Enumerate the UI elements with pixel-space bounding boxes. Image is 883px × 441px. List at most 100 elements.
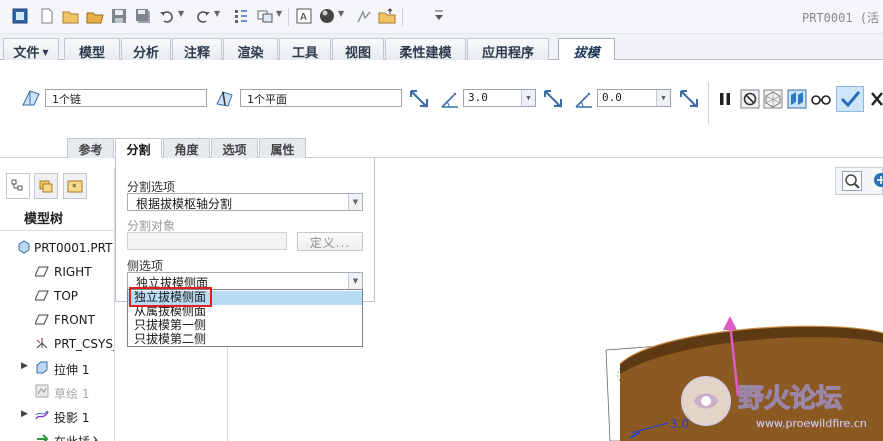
model-tree-tab-icon[interactable] — [6, 173, 30, 199]
tab-file[interactable]: 文件 ▼ — [3, 38, 59, 61]
redo-icon[interactable] — [194, 7, 212, 25]
tree-item-top[interactable]: TOP — [0, 286, 114, 308]
datum-plane-icon — [34, 264, 50, 280]
dropdown-option[interactable]: 从属拔模侧面 — [128, 305, 362, 319]
tab-render[interactable]: 渲染 — [223, 38, 278, 61]
smart-select-icon[interactable] — [355, 7, 373, 25]
tree-item-insert-here[interactable]: 在此插入 — [0, 430, 114, 441]
draft-hinge-collector[interactable]: 1个平面 — [240, 89, 402, 107]
tab-tools[interactable]: 工具 — [279, 38, 331, 61]
angle-1-dropdown-icon[interactable]: ▼ — [521, 90, 535, 106]
split-object-collector — [127, 232, 287, 250]
chevron-down-icon[interactable]: ▼ — [348, 194, 362, 210]
file-menu-chevron-icon: ▼ — [42, 48, 49, 57]
tree-item-label: PRT0001.PRT — [34, 241, 113, 255]
no-preview-icon[interactable] — [739, 88, 761, 110]
open-folder-icon[interactable] — [86, 7, 104, 25]
ribbon-tab-bar: 文件 ▼ 模型 分析 注释 渲染 工具 视图 柔性建模 应用程序 拔模 — [0, 34, 883, 61]
expand-arrow-icon[interactable]: ▶ — [21, 361, 28, 371]
pause-icon[interactable] — [714, 88, 736, 110]
favorites-tab-icon[interactable]: * — [63, 173, 87, 199]
save-icon[interactable] — [110, 7, 128, 25]
tab-draft[interactable]: 拔模 — [558, 38, 615, 61]
appearance-dropdown-icon[interactable]: ▼ — [338, 9, 344, 18]
draft-angle-icon — [439, 88, 461, 110]
draft-angle-2-input[interactable]: 0.0 ▼ — [597, 89, 671, 107]
cancel-icon[interactable] — [870, 89, 883, 111]
part-icon — [16, 240, 32, 256]
datum-plane-icon — [34, 312, 50, 328]
confirm-button[interactable] — [836, 86, 864, 112]
app-menu-icon[interactable] — [11, 7, 29, 25]
tree-divider — [0, 230, 114, 231]
text-style-icon[interactable]: A — [295, 7, 313, 25]
quick-access-toolbar: ▼ ▼ ▼ A ▼ PRT0001 (活 — [0, 0, 883, 34]
forum-watermark: 野火论坛 www.proewildfire.cn — [672, 373, 883, 441]
define-button[interactable]: 定义... — [297, 232, 363, 251]
tree-item-sketch[interactable]: 草绘 1 — [0, 382, 114, 404]
open-file-icon[interactable] — [62, 7, 80, 25]
flip-angle-2-icon[interactable] — [678, 87, 700, 109]
tree-item-csys[interactable]: PRT_CSYS_DEF — [0, 334, 114, 356]
window-title: PRT0001 (活 — [801, 11, 879, 25]
subtab-properties[interactable]: 属性 — [259, 138, 306, 158]
redo-dropdown-icon[interactable]: ▼ — [214, 9, 220, 18]
tab-model[interactable]: 模型 — [64, 38, 120, 61]
dropdown-option[interactable]: 只拔模第一侧 — [128, 319, 362, 333]
draft-angle-2-icon — [573, 88, 595, 110]
tree-item-label: 投影 1 — [54, 411, 90, 425]
zoom-fit-icon[interactable] — [842, 171, 862, 191]
ribbon-separator — [708, 82, 709, 124]
verify-mode-icon[interactable] — [786, 88, 808, 110]
csys-icon — [34, 336, 50, 352]
tab-analysis[interactable]: 分析 — [121, 38, 171, 61]
draft-surface-icon — [20, 87, 42, 109]
angle-2-dropdown-icon[interactable]: ▼ — [656, 90, 670, 106]
windows-icon[interactable] — [256, 7, 274, 25]
subtab-angles[interactable]: 角度 — [163, 138, 210, 158]
subtab-references[interactable]: 参考 — [67, 138, 114, 158]
tab-applications[interactable]: 应用程序 — [467, 38, 549, 61]
tree-item-extrude[interactable]: ▶ 拉伸 1 — [0, 358, 114, 380]
split-options-select[interactable]: 根据拔模枢轴分割 ▼ — [127, 193, 363, 211]
folder-browser-tab-icon[interactable] — [34, 173, 58, 199]
toolbar-separator — [402, 8, 403, 26]
undo-dropdown-icon[interactable]: ▼ — [178, 9, 184, 18]
flip-pull-direction-icon[interactable] — [408, 87, 430, 109]
tab-annotate[interactable]: 注释 — [172, 38, 222, 61]
expand-arrow-icon[interactable]: ▶ — [21, 409, 28, 419]
customize-toolbar-icon[interactable] — [432, 7, 446, 25]
undo-icon[interactable] — [158, 7, 176, 25]
tree-item-front[interactable]: FRONT — [0, 310, 114, 332]
draft-angle-1-input[interactable]: 3.0 ▼ — [463, 89, 536, 107]
view-toolbar — [835, 167, 883, 195]
toolbar-separator — [288, 8, 289, 26]
flip-angle-1-icon[interactable] — [542, 87, 564, 109]
chevron-down-icon[interactable]: ▼ — [348, 273, 362, 289]
preview-mesh-icon[interactable] — [762, 88, 784, 110]
appearance-sphere-icon[interactable] — [318, 7, 336, 25]
save-copy-icon[interactable] — [134, 7, 152, 25]
tree-item-right[interactable]: RIGHT — [0, 262, 114, 284]
checkmark-icon — [840, 91, 861, 108]
tree-item-root[interactable]: PRT0001.PRT — [0, 238, 114, 260]
draft-hinge-icon — [215, 87, 237, 109]
zoom-in-icon[interactable] — [872, 171, 883, 191]
tab-file-label: 文件 — [13, 46, 40, 61]
dropdown-option[interactable]: 只拔模第二侧 — [128, 333, 362, 347]
tree-item-label: TOP — [54, 289, 79, 303]
subtab-split[interactable]: 分割 — [115, 138, 162, 159]
windows-dropdown-icon[interactable]: ▼ — [276, 9, 282, 18]
tab-flexible-modeling[interactable]: 柔性建模 — [385, 38, 466, 61]
split-options-value: 根据拔模枢轴分割 — [136, 197, 233, 211]
new-file-icon[interactable] — [38, 7, 56, 25]
subtab-options[interactable]: 选项 — [211, 138, 258, 158]
draft-surface-collector[interactable]: 1个链 — [45, 89, 207, 107]
tree-item-projection[interactable]: ▶ 投影 1 — [0, 406, 114, 428]
glasses-preview-icon[interactable] — [810, 88, 832, 110]
regenerate-icon[interactable] — [232, 7, 250, 25]
folder-up-icon[interactable] — [378, 7, 396, 25]
projection-icon — [34, 408, 50, 424]
tab-view[interactable]: 视图 — [332, 38, 384, 61]
pull-direction-arrowhead — [723, 316, 737, 330]
